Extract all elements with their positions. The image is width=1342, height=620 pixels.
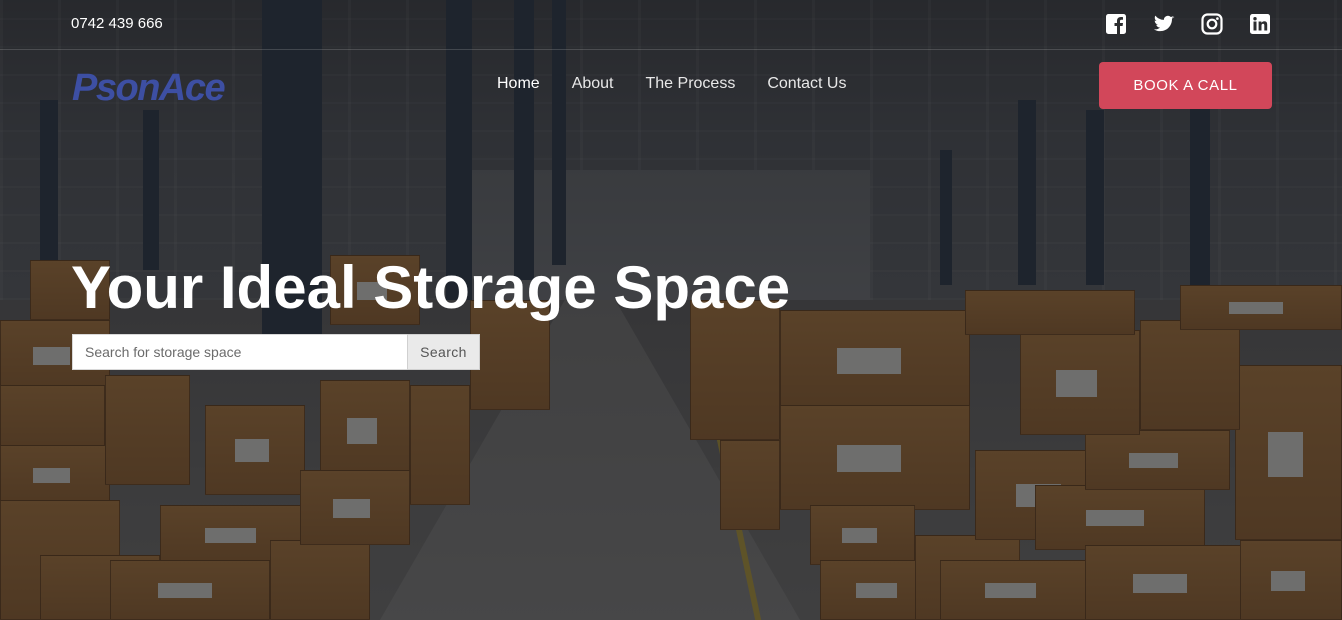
book-a-call-button[interactable]: BOOK A CALL: [1099, 62, 1272, 109]
phone-number[interactable]: 0742 439 666: [71, 15, 163, 32]
storage-search-input[interactable]: [72, 334, 407, 370]
storage-search-form: Search: [72, 334, 480, 370]
hero-section: 0742 439 666 PsonAce Home About The Proc…: [0, 0, 1342, 620]
nav-link-the-process[interactable]: The Process: [646, 75, 736, 93]
nav-link-about[interactable]: About: [572, 75, 614, 93]
search-button[interactable]: Search: [407, 334, 480, 370]
top-bar: 0742 439 666: [0, 0, 1342, 50]
nav-link-home[interactable]: Home: [497, 75, 540, 93]
nav-link-contact-us[interactable]: Contact Us: [767, 75, 846, 93]
linkedin-icon[interactable]: [1249, 13, 1271, 35]
social-links: [1105, 13, 1271, 35]
main-nav: Home About The Process Contact Us: [497, 75, 846, 93]
twitter-icon[interactable]: [1153, 13, 1175, 35]
hero-headline: Your Ideal Storage Space: [71, 254, 791, 321]
psonace-logo[interactable]: PsonAce: [72, 66, 226, 110]
instagram-icon[interactable]: [1201, 13, 1223, 35]
facebook-icon[interactable]: [1105, 13, 1127, 35]
